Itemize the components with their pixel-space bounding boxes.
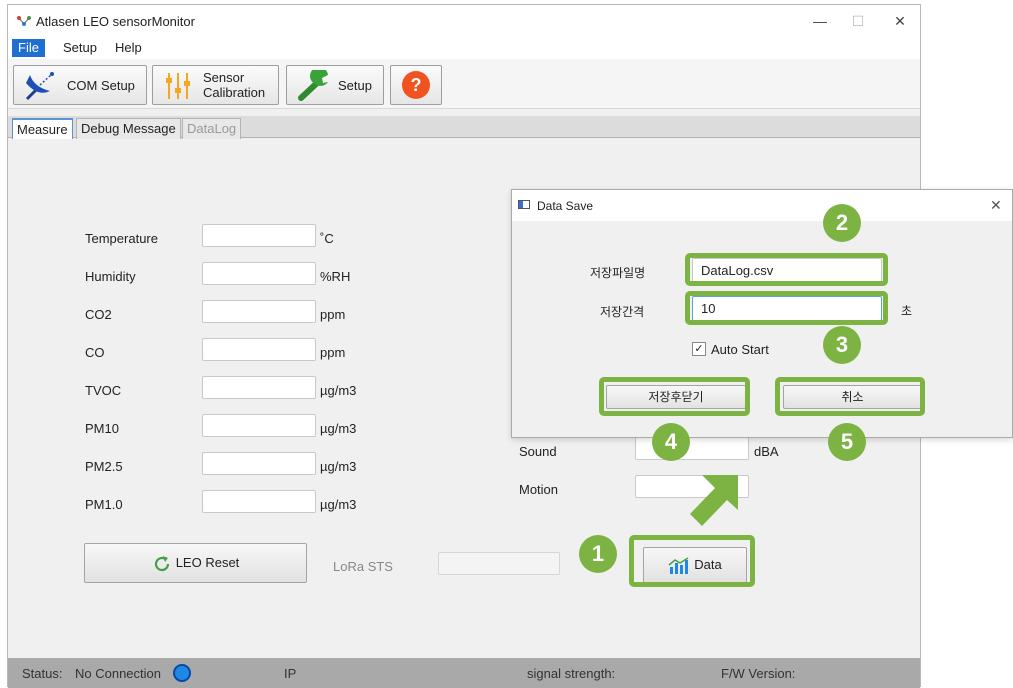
com-setup-label: COM Setup <box>67 78 135 93</box>
dialog-title: Data Save <box>537 199 594 213</box>
tab-bar: Measure Debug Message DataLog <box>8 116 920 139</box>
wrench-icon <box>298 70 328 101</box>
measure-field[interactable] <box>202 490 316 513</box>
measure-unit: ˚C <box>320 231 334 246</box>
measure-unit: µg/m3 <box>320 497 357 512</box>
callout-badge-2: 2 <box>823 204 861 242</box>
sensor-calibration-label-line1: Sensor <box>203 70 245 85</box>
motion-label: Motion <box>519 482 559 497</box>
sound-unit: dBA <box>754 444 779 459</box>
tab-datalog[interactable]: DataLog <box>182 118 242 139</box>
menu-bar: File Setup Help <box>8 37 920 59</box>
measure-label: TVOC <box>85 383 122 398</box>
window-title: Atlasen LEO sensorMonitor <box>36 14 195 29</box>
firmware-version-label: F/W Version: <box>721 666 796 681</box>
measure-field[interactable] <box>202 224 316 247</box>
measure-field[interactable] <box>202 376 316 399</box>
question-mark-icon: ? <box>402 71 430 99</box>
menu-file[interactable]: File <box>12 39 45 57</box>
highlight-filename <box>685 253 888 286</box>
leo-reset-label: LEO Reset <box>175 555 240 570</box>
callout-badge-3: 3 <box>823 326 861 364</box>
measure-label: PM2.5 <box>85 459 123 474</box>
help-button[interactable]: ? <box>390 65 442 105</box>
measure-label: CO <box>85 345 105 360</box>
highlight-cancel <box>775 377 925 416</box>
measure-label: Humidity <box>85 269 136 284</box>
measure-label: PM10 <box>85 421 119 436</box>
toolbar: COM Setup Sensor Calibration Setup ? <box>8 59 920 109</box>
tab-measure[interactable]: Measure <box>12 118 73 139</box>
callout-badge-1: 1 <box>579 535 617 573</box>
signal-strength-label: signal strength: <box>527 666 616 681</box>
title-bar: Atlasen LEO sensorMonitor — ☐ ✕ <box>8 5 920 37</box>
setup-label: Setup <box>338 78 372 93</box>
tab-debug-message[interactable]: Debug Message <box>76 118 181 139</box>
menu-help[interactable]: Help <box>109 39 148 57</box>
sensor-calibration-label-line2: Calibration <box>203 85 266 100</box>
close-button[interactable]: ✕ <box>884 11 916 33</box>
measure-unit: ppm <box>320 345 346 360</box>
measure-unit: µg/m3 <box>320 459 357 474</box>
measure-field[interactable] <box>202 452 316 475</box>
measure-field[interactable] <box>202 300 316 323</box>
measure-field[interactable] <box>202 262 316 285</box>
dialog-title-bar: Data Save ✕ <box>512 190 1012 221</box>
auto-start-label: Auto Start <box>711 342 769 357</box>
dialog-close-button[interactable]: ✕ <box>990 197 1002 214</box>
satellite-dish-icon <box>25 72 54 101</box>
dialog-window-icon <box>518 200 530 209</box>
measure-unit: ppm <box>320 307 346 322</box>
interval-unit: 초 <box>901 304 913 318</box>
minimize-button[interactable]: — <box>804 11 836 33</box>
measure-unit: µg/m3 <box>320 421 357 436</box>
status-label: Status: <box>22 666 63 681</box>
sensor-calibration-button[interactable]: Sensor Calibration <box>152 65 279 105</box>
leo-reset-button[interactable]: LEO Reset <box>84 543 307 583</box>
measure-unit: %RH <box>320 269 351 284</box>
callout-badge-5: 5 <box>828 423 866 461</box>
measure-label: Temperature <box>85 231 158 246</box>
measure-field[interactable] <box>202 338 316 361</box>
lora-sts-label: LoRa STS <box>333 559 393 574</box>
callout-badge-4: 4 <box>652 423 690 461</box>
status-bar: Status: No Connection IP signal strength… <box>8 658 920 688</box>
highlight-data-button <box>629 535 755 587</box>
measure-label: PM1.0 <box>85 497 123 512</box>
measure-unit: µg/m3 <box>320 383 357 398</box>
setup-button[interactable]: Setup <box>286 65 384 105</box>
filename-label: 저장파일명 <box>590 266 646 280</box>
lora-sts-field <box>438 552 560 575</box>
app-logo-icon <box>17 16 31 26</box>
com-setup-button[interactable]: COM Setup <box>13 65 147 105</box>
connection-status: No Connection <box>75 666 161 681</box>
sound-label: Sound <box>519 444 557 459</box>
arrow-icon <box>690 475 738 526</box>
measure-label: CO2 <box>85 307 112 322</box>
measure-field[interactable] <box>202 414 316 437</box>
refresh-icon <box>154 555 169 571</box>
connection-indicator-icon <box>173 664 191 682</box>
highlight-save-close <box>599 377 750 416</box>
interval-label: 저장간격 <box>600 305 645 319</box>
auto-start-checkbox[interactable]: ✓ <box>692 342 706 356</box>
sliders-icon <box>166 73 190 99</box>
ip-label: IP <box>284 666 297 681</box>
menu-setup[interactable]: Setup <box>57 39 103 57</box>
maximize-button[interactable]: ☐ <box>842 11 874 33</box>
highlight-interval <box>685 291 888 325</box>
